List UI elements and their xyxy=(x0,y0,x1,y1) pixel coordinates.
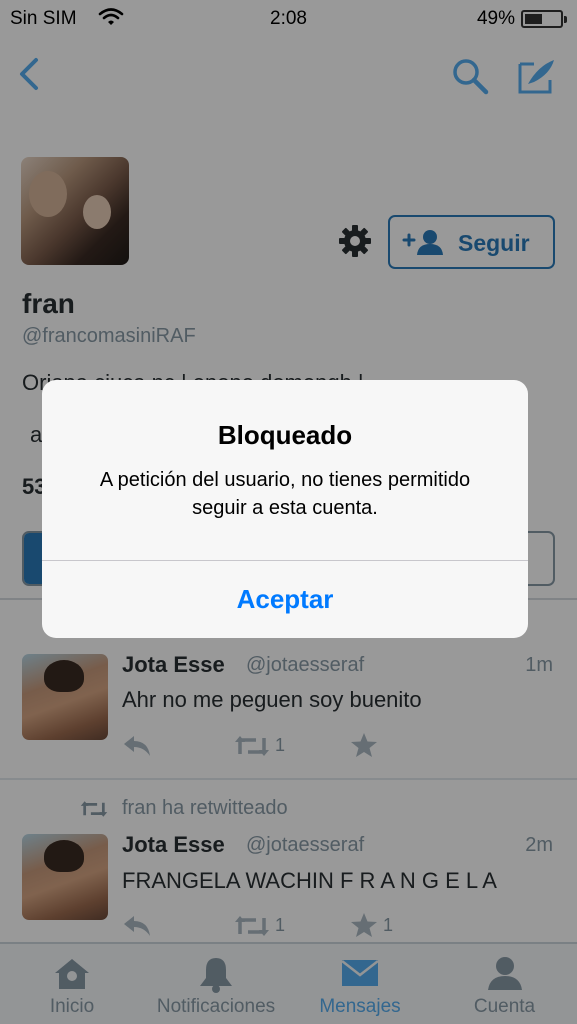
accept-button[interactable]: Aceptar xyxy=(42,561,528,638)
alert-message: A petición del usuario, no tienes permit… xyxy=(99,469,471,519)
alert-title: Bloqueado xyxy=(217,420,353,450)
blocked-alert-dialog: Bloqueado A petición del usuario, no tie… xyxy=(42,380,528,638)
